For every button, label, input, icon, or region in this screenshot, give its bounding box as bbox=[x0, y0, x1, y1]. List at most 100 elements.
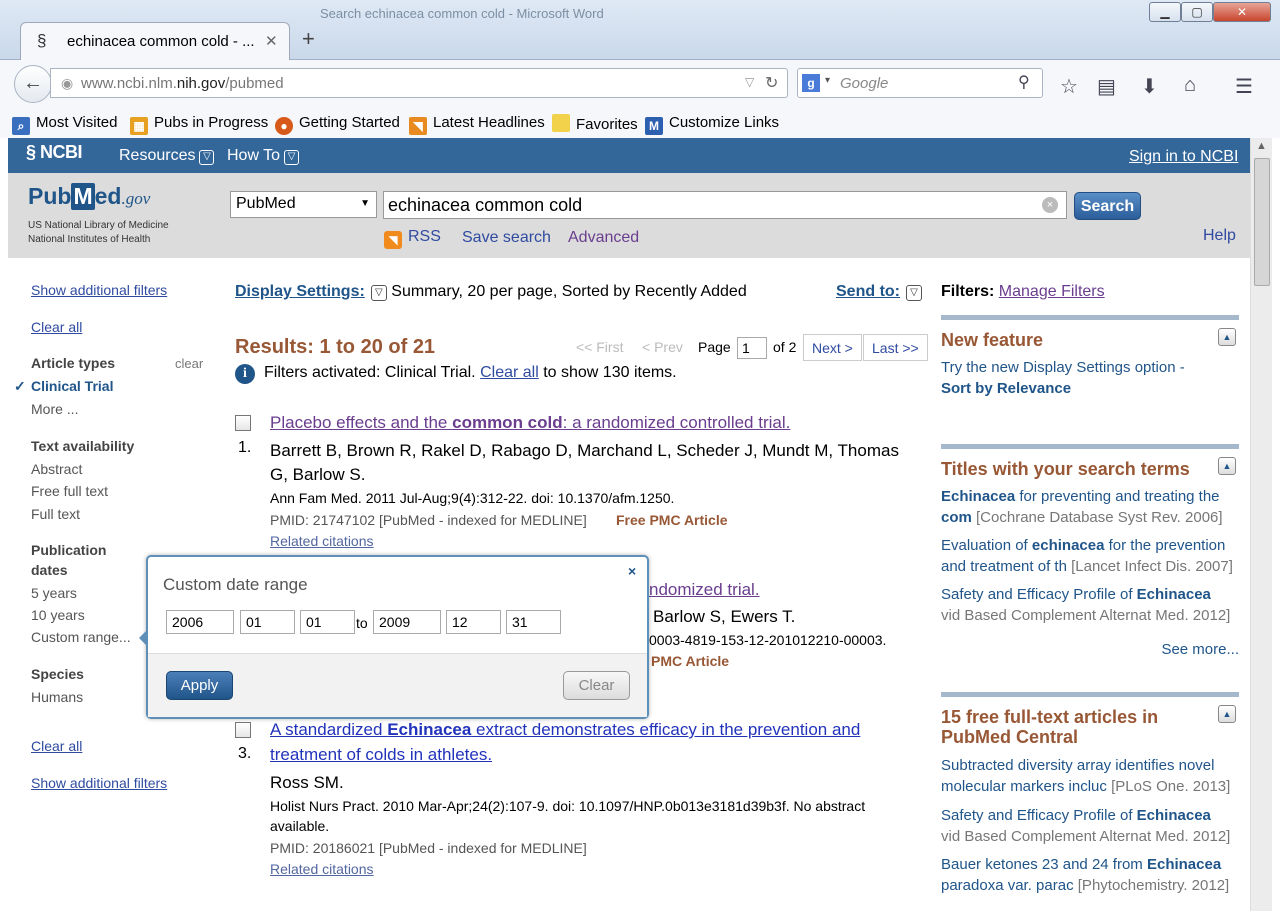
menu-icon[interactable]: ☰ bbox=[1235, 74, 1253, 99]
save-search-link[interactable]: Save search bbox=[462, 229, 551, 247]
see-more-link[interactable]: See more... bbox=[941, 639, 1239, 660]
result-3-checkbox[interactable] bbox=[235, 722, 251, 738]
free-item-2-line2[interactable]: vid Based Complement Alternat Med. 2012] bbox=[941, 826, 1239, 847]
result-3-title-line2[interactable]: treatment of colds in athletes. bbox=[270, 745, 492, 765]
bookmark-pubs-in-progress[interactable]: ▦ Pubs in Progress bbox=[130, 114, 268, 135]
result-3-related-link[interactable]: Related citations bbox=[270, 861, 374, 877]
show-additional-filters-bottom[interactable]: Show additional filters bbox=[31, 775, 167, 791]
maximize-icon[interactable]: ▢ bbox=[1181, 2, 1213, 22]
bookmark-star-icon[interactable]: ☆ bbox=[1060, 74, 1078, 99]
show-additional-filters-top[interactable]: Show additional filters bbox=[31, 282, 167, 298]
advanced-search-link[interactable]: Advanced bbox=[568, 229, 639, 247]
titles-item-2-line2[interactable]: and treatment of th [Lancet Infect Dis. … bbox=[941, 556, 1239, 577]
result-1-free-pmc-link[interactable]: Free PMC Article bbox=[616, 512, 728, 528]
sort-by-relevance-link[interactable]: Sort by Relevance bbox=[941, 378, 1239, 399]
send-to-link[interactable]: Send to: bbox=[836, 283, 900, 300]
apply-button[interactable]: Apply bbox=[166, 671, 233, 700]
scroll-thumb[interactable] bbox=[1254, 158, 1270, 286]
web-search-box[interactable]: g ▾ Google ⚲ bbox=[797, 68, 1043, 98]
collapse-icon[interactable]: ▲ bbox=[1218, 457, 1236, 475]
next-page-button[interactable]: Next > bbox=[803, 334, 862, 361]
download-icon[interactable]: ⬇ bbox=[1141, 74, 1158, 99]
manage-filters-link[interactable]: Manage Filters bbox=[999, 283, 1105, 300]
titles-item-3[interactable]: Safety and Efficacy Profile of Echinacea bbox=[941, 584, 1239, 605]
clear-search-icon[interactable]: × bbox=[1042, 197, 1058, 213]
chevron-down-icon[interactable]: ▽ bbox=[370, 285, 387, 301]
titles-item-1-line2[interactable]: com [Cochrane Database Syst Rev. 2006] bbox=[941, 507, 1239, 528]
filter-5-years[interactable]: 5 years bbox=[31, 585, 77, 601]
end-month-input[interactable]: 12 bbox=[446, 610, 501, 634]
reading-list-icon[interactable]: ▤ bbox=[1097, 74, 1116, 99]
scroll-up-icon[interactable]: ▲ bbox=[1256, 140, 1267, 152]
filter-clinical-trial[interactable]: Clinical Trial bbox=[31, 378, 113, 394]
send-to[interactable]: Send to: ▽ bbox=[836, 283, 922, 301]
result-1-checkbox[interactable] bbox=[235, 415, 251, 431]
google-icon[interactable]: g bbox=[802, 74, 820, 92]
result-2-free-pmc-link[interactable]: PMC Article bbox=[651, 653, 729, 669]
collapse-icon[interactable]: ▲ bbox=[1218, 328, 1236, 346]
sign-in-link[interactable]: Sign in to NCBI bbox=[1129, 148, 1238, 166]
result-1-title[interactable]: Placebo effects and the common cold: a r… bbox=[270, 413, 790, 433]
bookmark-most-visited[interactable]: ⌕ Most Visited bbox=[12, 114, 117, 135]
page-number-input[interactable]: 1 bbox=[737, 337, 767, 359]
filter-custom-range[interactable]: Custom range... bbox=[31, 629, 131, 645]
url-dropdown-icon[interactable]: ▽ bbox=[745, 75, 754, 89]
article-types-clear[interactable]: clear bbox=[175, 356, 203, 371]
pubmed-logo[interactable]: PubMed.gov bbox=[28, 183, 150, 210]
collapse-icon[interactable]: ▲ bbox=[1218, 705, 1236, 723]
back-arrow-icon[interactable]: ← bbox=[14, 65, 52, 103]
filter-full-text[interactable]: Full text bbox=[31, 506, 80, 522]
search-button[interactable]: Search bbox=[1074, 192, 1141, 220]
end-year-input[interactable]: 2009 bbox=[373, 610, 441, 634]
titles-item-2[interactable]: Evaluation of echinacea for the preventi… bbox=[941, 535, 1239, 556]
free-item-3-line2[interactable]: paradoxa var. parac [Phytochemistry. 201… bbox=[941, 875, 1239, 896]
browser-tab[interactable]: § echinacea common cold - ... ✕ bbox=[20, 22, 290, 60]
start-year-input[interactable]: 2006 bbox=[166, 610, 234, 634]
bookmark-getting-started[interactable]: ● Getting Started bbox=[275, 114, 400, 135]
filter-abstract[interactable]: Abstract bbox=[31, 461, 82, 477]
close-icon[interactable]: ✕ bbox=[1213, 2, 1271, 22]
url-bar[interactable]: ◉ www.ncbi.nlm.nih.gov/pubmed ▽ ↻ bbox=[50, 68, 788, 98]
resources-menu[interactable]: Resources ▽ bbox=[119, 147, 215, 165]
magnifier-icon[interactable]: ⚲ bbox=[1018, 72, 1030, 92]
clear-button[interactable]: Clear bbox=[563, 671, 630, 700]
reload-icon[interactable]: ↻ bbox=[765, 73, 778, 93]
home-icon[interactable]: ⌂ bbox=[1184, 74, 1196, 97]
free-item-1[interactable]: Subtracted diversity array identifies no… bbox=[941, 755, 1239, 776]
clear-all-bottom[interactable]: Clear all bbox=[31, 738, 82, 754]
filter-free-full-text[interactable]: Free full text bbox=[31, 483, 108, 499]
rss-link[interactable]: ◥ RSS bbox=[384, 228, 441, 249]
start-month-input[interactable]: 01 bbox=[240, 610, 295, 634]
free-item-2[interactable]: Safety and Efficacy Profile of Echinacea bbox=[941, 805, 1239, 826]
help-link[interactable]: Help bbox=[1203, 227, 1236, 245]
minimize-icon[interactable]: ▁ bbox=[1149, 2, 1181, 22]
free-item-3[interactable]: Bauer ketones 23 and 24 from Echinacea bbox=[941, 854, 1239, 875]
free-item-1-line2[interactable]: molecular markers incluc [PLoS One. 2013… bbox=[941, 776, 1239, 797]
result-2-title-tail[interactable]: ndomized trial. bbox=[649, 580, 760, 600]
titles-item-3-line2[interactable]: vid Based Complement Alternat Med. 2012] bbox=[941, 605, 1239, 626]
ncbi-logo[interactable]: § NCBI bbox=[26, 142, 83, 163]
chevron-down-icon[interactable]: ▽ bbox=[906, 285, 922, 301]
filters-clear-all-link[interactable]: Clear all bbox=[480, 364, 539, 381]
clear-all-top[interactable]: Clear all bbox=[31, 319, 82, 335]
end-day-input[interactable]: 31 bbox=[506, 610, 561, 634]
new-tab-icon[interactable]: + bbox=[302, 26, 315, 52]
result-1-related-link[interactable]: Related citations bbox=[270, 533, 374, 549]
close-icon[interactable]: × bbox=[628, 563, 636, 579]
tab-close-icon[interactable]: ✕ bbox=[265, 32, 278, 50]
search-input[interactable]: echinacea common cold × bbox=[383, 191, 1067, 219]
result-3-title[interactable]: A standardized Echinacea extract demonst… bbox=[270, 720, 860, 740]
titles-item-1[interactable]: Echinacea for preventing and treating th… bbox=[941, 486, 1239, 507]
bookmark-latest-headlines[interactable]: ◥ Latest Headlines bbox=[409, 114, 545, 135]
bookmark-favorites[interactable]: Favorites bbox=[552, 114, 638, 133]
howto-menu[interactable]: How To ▽ bbox=[227, 147, 300, 165]
last-page-button[interactable]: Last >> bbox=[863, 334, 928, 361]
vertical-scrollbar[interactable]: ▲ bbox=[1250, 138, 1272, 911]
filter-10-years[interactable]: 10 years bbox=[31, 607, 85, 623]
filter-humans[interactable]: Humans bbox=[31, 689, 83, 705]
bookmark-customize-links[interactable]: M Customize Links bbox=[645, 114, 779, 135]
display-settings-link[interactable]: Display Settings: bbox=[235, 283, 365, 300]
engine-dropdown-icon[interactable]: ▾ bbox=[825, 75, 830, 86]
start-day-input[interactable]: 01 bbox=[300, 610, 355, 634]
database-select[interactable]: PubMed ▼ bbox=[230, 191, 377, 218]
